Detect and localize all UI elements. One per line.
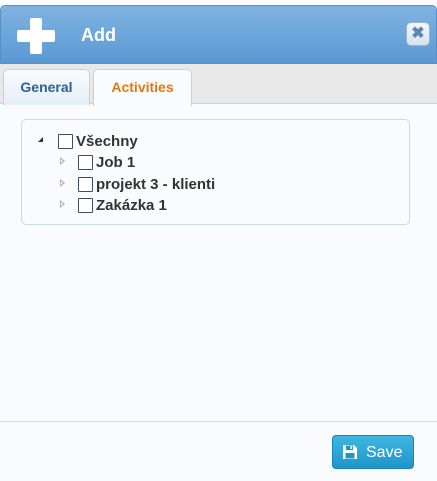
tree-node-checkbox[interactable] xyxy=(78,198,93,213)
tree-node-root[interactable]: Všechny xyxy=(36,132,236,152)
tree-node-checkbox[interactable] xyxy=(78,177,93,192)
tab-general[interactable]: General xyxy=(3,69,90,105)
dialog-titlebar[interactable]: Add ✖ xyxy=(0,5,437,64)
tree-node-label: projekt 3 - klienti xyxy=(96,176,216,193)
expand-arrow-icon[interactable] xyxy=(60,179,65,187)
add-dialog: Add ✖ General Activities Všechny Job 1 p… xyxy=(0,0,437,481)
close-icon: ✖ xyxy=(411,25,425,42)
plus-icon xyxy=(17,18,55,54)
save-button-label: Save xyxy=(366,444,403,461)
tree-node[interactable]: Zakázka 1 xyxy=(60,196,280,216)
tree-node-label: Zakázka 1 xyxy=(96,197,167,214)
dialog-title: Add xyxy=(81,25,116,45)
tree-node-checkbox[interactable] xyxy=(78,155,93,170)
tree-node[interactable]: Job 1 xyxy=(60,153,280,173)
collapse-arrow-icon[interactable] xyxy=(38,137,43,142)
tree-node-checkbox[interactable] xyxy=(58,134,73,149)
expand-arrow-icon[interactable] xyxy=(60,157,65,165)
save-button[interactable]: Save xyxy=(332,435,414,469)
floppy-disk-icon xyxy=(343,445,357,459)
dialog-footer: Save xyxy=(0,421,437,481)
activities-tree: Všechny Job 1 projekt 3 - klienti Zakázk… xyxy=(21,119,410,225)
tree-node-label: Všechny xyxy=(76,133,138,150)
close-button[interactable]: ✖ xyxy=(406,22,430,46)
tree-node-label: Job 1 xyxy=(96,154,136,171)
tree-node[interactable]: projekt 3 - klienti xyxy=(60,175,300,195)
tab-strip: General Activities xyxy=(0,64,437,106)
tab-activities[interactable]: Activities xyxy=(93,69,192,106)
expand-arrow-icon[interactable] xyxy=(60,200,65,208)
